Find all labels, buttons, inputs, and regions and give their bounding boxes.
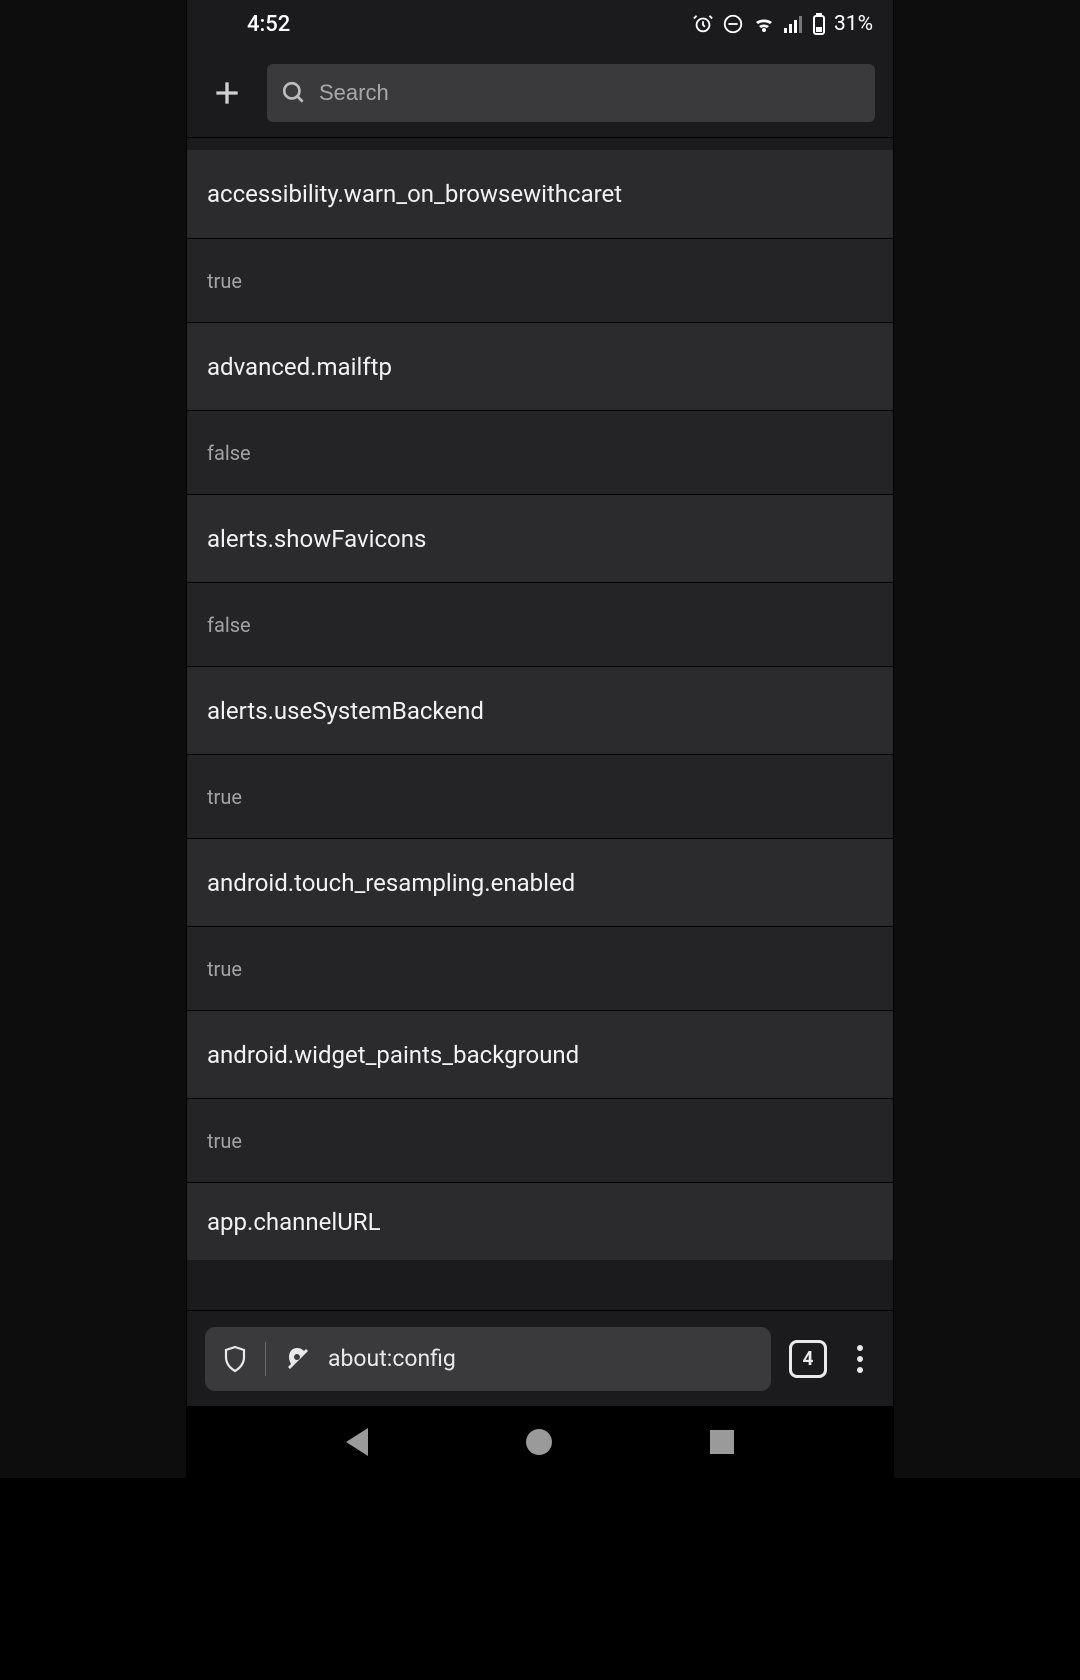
- tab-count-button[interactable]: 4: [789, 1340, 827, 1378]
- pref-key[interactable]: android.widget_paints_background: [187, 1010, 893, 1098]
- pref-value-label: true: [207, 957, 242, 981]
- pref-key-label: android.touch_resampling.enabled: [207, 869, 575, 897]
- pref-key-label: accessibility.warn_on_browsewithcaret: [207, 180, 622, 208]
- back-button[interactable]: [346, 1428, 368, 1456]
- phone-frame: 4:52: [186, 0, 894, 1478]
- pref-key-label: app.channelURL: [207, 1208, 381, 1236]
- pref-key[interactable]: alerts.showFavicons: [187, 494, 893, 582]
- battery-icon: [812, 13, 826, 35]
- clock-text: 4:52: [247, 12, 290, 37]
- pref-value[interactable]: false: [187, 410, 893, 494]
- add-pref-button[interactable]: [207, 73, 247, 113]
- shield-icon[interactable]: [223, 1345, 247, 1373]
- recent-apps-button[interactable]: [710, 1430, 734, 1454]
- wifi-icon: [752, 14, 776, 34]
- pref-key[interactable]: android.touch_resampling.enabled: [187, 838, 893, 926]
- battery-percent: 31%: [834, 12, 873, 36]
- pref-key[interactable]: alerts.useSystemBackend: [187, 666, 893, 754]
- pref-key[interactable]: advanced.mailftp: [187, 322, 893, 410]
- pref-key-label: alerts.showFavicons: [207, 525, 426, 553]
- search-box[interactable]: [267, 64, 875, 122]
- home-button[interactable]: [526, 1429, 552, 1455]
- pref-value[interactable]: true: [187, 754, 893, 838]
- menu-button[interactable]: [845, 1345, 875, 1373]
- pref-value[interactable]: false: [187, 582, 893, 666]
- pref-value-label: false: [207, 613, 251, 637]
- search-icon: [281, 80, 307, 106]
- pref-key[interactable]: app.channelURL: [187, 1182, 893, 1260]
- prefs-list[interactable]: accessibility.warn_on_browsewithcaret tr…: [187, 138, 893, 1310]
- status-bar: 4:52: [187, 0, 893, 48]
- address-bar[interactable]: about:config: [205, 1327, 771, 1391]
- url-text: about:config: [328, 1345, 456, 1372]
- android-nav-bar: [187, 1406, 893, 1478]
- pref-value-label: true: [207, 1129, 242, 1153]
- pref-key[interactable]: accessibility.warn_on_browsewithcaret: [187, 150, 893, 238]
- pref-value[interactable]: true: [187, 926, 893, 1010]
- browser-bottom-bar: about:config 4: [187, 1310, 893, 1406]
- pref-value-label: true: [207, 269, 242, 293]
- signal-icon: [784, 15, 804, 33]
- tab-count-label: 4: [803, 1347, 814, 1370]
- pref-key-label: alerts.useSystemBackend: [207, 697, 484, 725]
- pref-value-label: false: [207, 441, 251, 465]
- pref-key-label: android.widget_paints_background: [207, 1041, 579, 1069]
- pref-value[interactable]: true: [187, 1098, 893, 1182]
- dnd-icon: [722, 13, 744, 35]
- alarm-icon: [692, 13, 714, 35]
- divider: [265, 1342, 266, 1376]
- tracking-off-icon[interactable]: [284, 1345, 310, 1373]
- config-toolbar: [187, 48, 893, 138]
- pref-value-label: true: [207, 785, 242, 809]
- pref-key-label: advanced.mailftp: [207, 353, 392, 381]
- pref-value[interactable]: true: [187, 238, 893, 322]
- search-input[interactable]: [319, 80, 861, 106]
